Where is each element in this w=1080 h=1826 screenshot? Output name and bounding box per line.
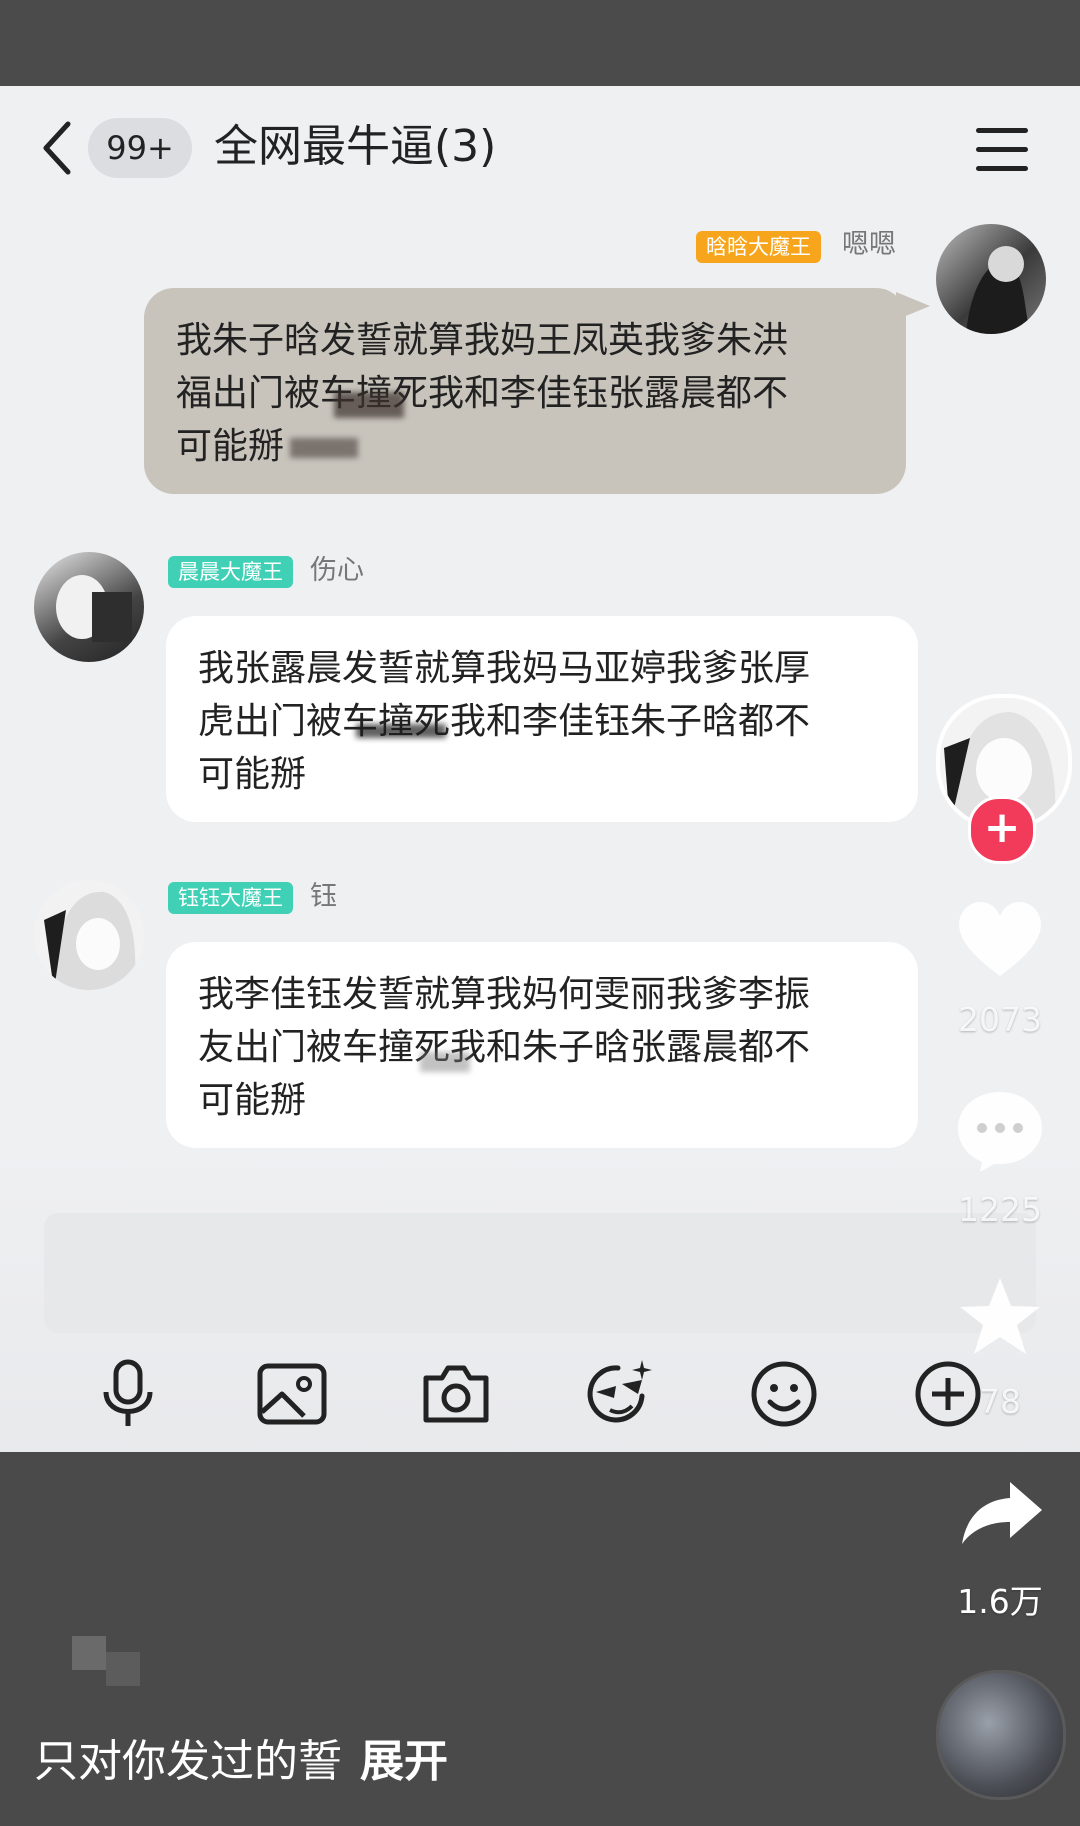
follow-button[interactable]: + <box>968 796 1036 864</box>
video-caption: 只对你发过的誓 展开 <box>34 1730 448 1794</box>
message-line: 福出门被车撞死我和李佳钰张露晨都不 <box>176 373 789 414</box>
back-arrow-icon[interactable] <box>38 118 78 178</box>
message-line: 可能掰 <box>176 426 285 467</box>
member-tag: 晨晨大魔王 <box>168 556 293 588</box>
unread-badge[interactable]: 99+ <box>88 118 192 178</box>
status-area <box>0 0 1080 86</box>
avatar[interactable] <box>936 224 1046 334</box>
likes-count: 2073 <box>958 1000 1042 1039</box>
mosaic-patch <box>106 1652 140 1686</box>
group-title: 全网最牛逼(3) <box>214 121 497 172</box>
mic-icon[interactable] <box>90 1356 166 1432</box>
member-nickname: 嗯嗯 <box>842 229 896 260</box>
comments-count: 1225 <box>958 1190 1042 1229</box>
star-icon[interactable] <box>956 1274 1044 1360</box>
member-tag: 晗晗大魔王 <box>696 231 821 263</box>
mosaic-patch <box>72 1636 106 1670</box>
message-line: 我朱子晗发誓就算我妈王凤英我爹朱洪 <box>176 320 789 361</box>
chat-header: 99+ 全网最牛逼(3) <box>0 86 1080 206</box>
message-input[interactable] <box>44 1213 1036 1333</box>
sticker-face-icon[interactable] <box>582 1356 658 1432</box>
camera-icon[interactable] <box>418 1356 494 1432</box>
message-line: 可能掰 <box>198 1080 307 1121</box>
message-line: 我张露晨发誓就算我妈马亚婷我爹张厚 <box>198 648 811 689</box>
message-line: 我李佳钰发誓就算我妈何雯丽我爹李振 <box>198 974 811 1015</box>
redaction-mark <box>334 392 404 418</box>
avatar-image <box>44 891 136 990</box>
message-bubble-received[interactable]: 我张露晨发誓就算我妈马亚婷我爹张厚 虎出门被车撞死我和李佳钰朱子晗都不 可能掰 <box>166 616 918 822</box>
member-nickname: 伤心 <box>310 555 364 586</box>
avatar-image <box>966 246 1031 334</box>
music-disc[interactable] <box>936 1670 1066 1800</box>
redaction-mark <box>420 1052 470 1072</box>
comment-icon[interactable] <box>954 1086 1046 1174</box>
message-line: 友出门被车撞死我和朱子晗张露晨都不 <box>198 1027 811 1068</box>
favorites-count: 78 <box>979 1382 1021 1421</box>
message-bubble-sent[interactable]: 我朱子晗发誓就算我妈王凤英我爹朱洪 福出门被车撞死我和李佳钰张露晨都不 可能掰 <box>144 288 906 494</box>
chat-screenshot: 99+ 全网最牛逼(3) 晗晗大魔王 嗯嗯 我朱子晗发誓就算我妈王凤英我爹朱洪 … <box>0 86 1080 1452</box>
message-bubble-received[interactable]: 我李佳钰发誓就算我妈何雯丽我爹李振 友出门被车撞死我和朱子晗张露晨都不 可能掰 <box>166 942 918 1148</box>
shares-count: 1.6万 <box>957 1582 1043 1621</box>
avatar-image <box>56 575 132 642</box>
image-icon[interactable] <box>254 1356 330 1432</box>
caption-text: 只对你发过的誓 <box>34 1736 342 1787</box>
menu-icon[interactable] <box>976 128 1028 172</box>
share-icon[interactable] <box>958 1478 1044 1548</box>
heart-icon[interactable] <box>954 896 1046 980</box>
message-line: 可能掰 <box>198 754 307 795</box>
emoji-icon[interactable] <box>746 1356 822 1432</box>
member-nickname: 钰 <box>310 881 337 912</box>
redaction-mark <box>356 724 446 738</box>
avatar[interactable] <box>34 552 144 662</box>
message-line: 虎出门被车撞死我和李佳钰朱子晗都不 <box>198 701 811 742</box>
avatar[interactable] <box>34 880 144 990</box>
member-tag: 钰钰大魔王 <box>168 882 293 914</box>
expand-button[interactable]: 展开 <box>360 1736 448 1787</box>
redaction-mark <box>290 438 358 458</box>
